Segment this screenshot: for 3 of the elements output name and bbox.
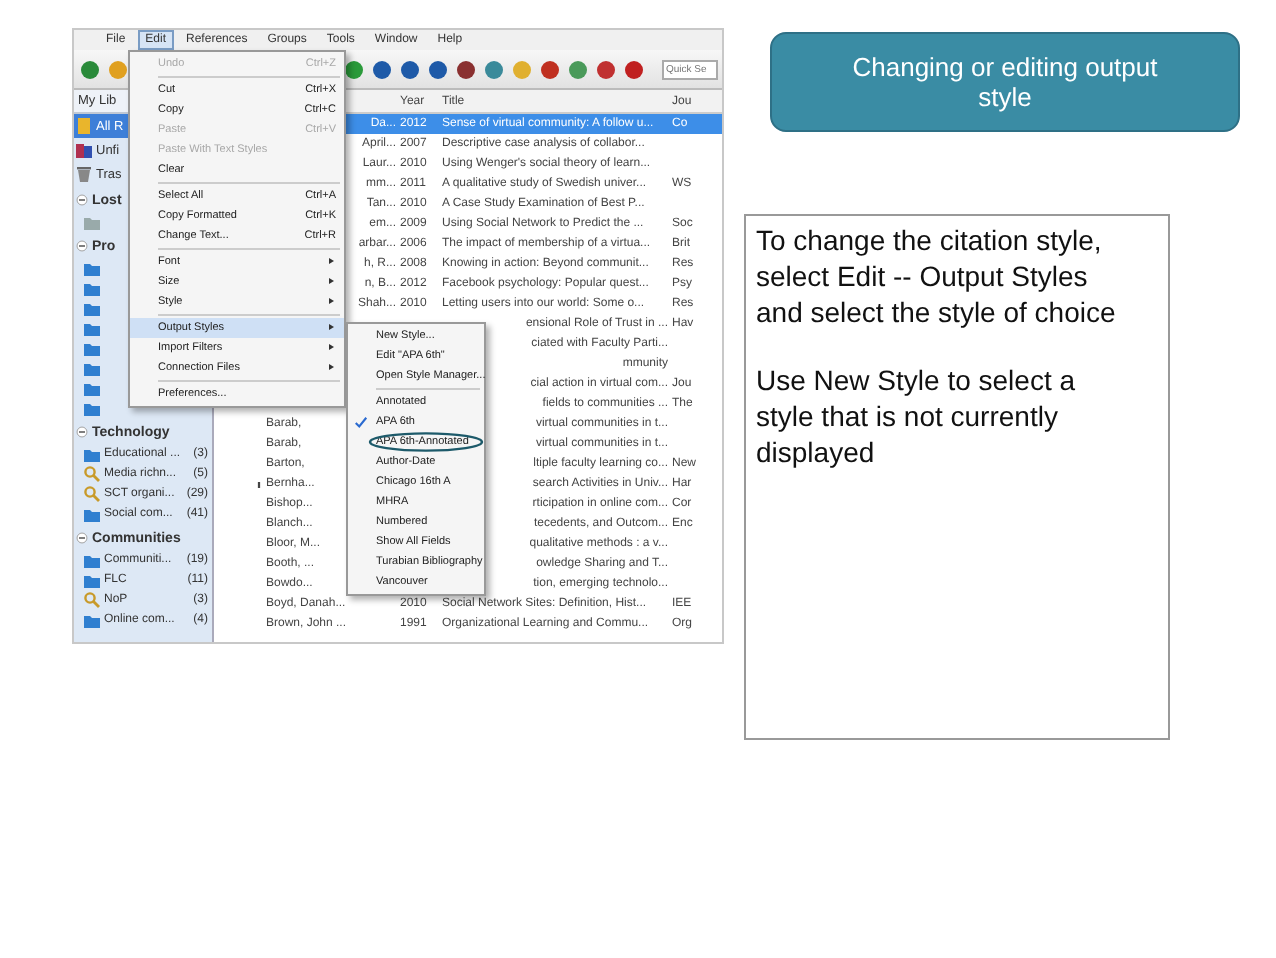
instruction-text: Use New Style to select a style that is not currently displayed — [756, 361, 1078, 471]
slide-title: Changing or editing output style — [770, 32, 1240, 132]
instruction-text: To change the citation style, select Edit -- Output Styles and select the style of choice — [756, 222, 1118, 332]
